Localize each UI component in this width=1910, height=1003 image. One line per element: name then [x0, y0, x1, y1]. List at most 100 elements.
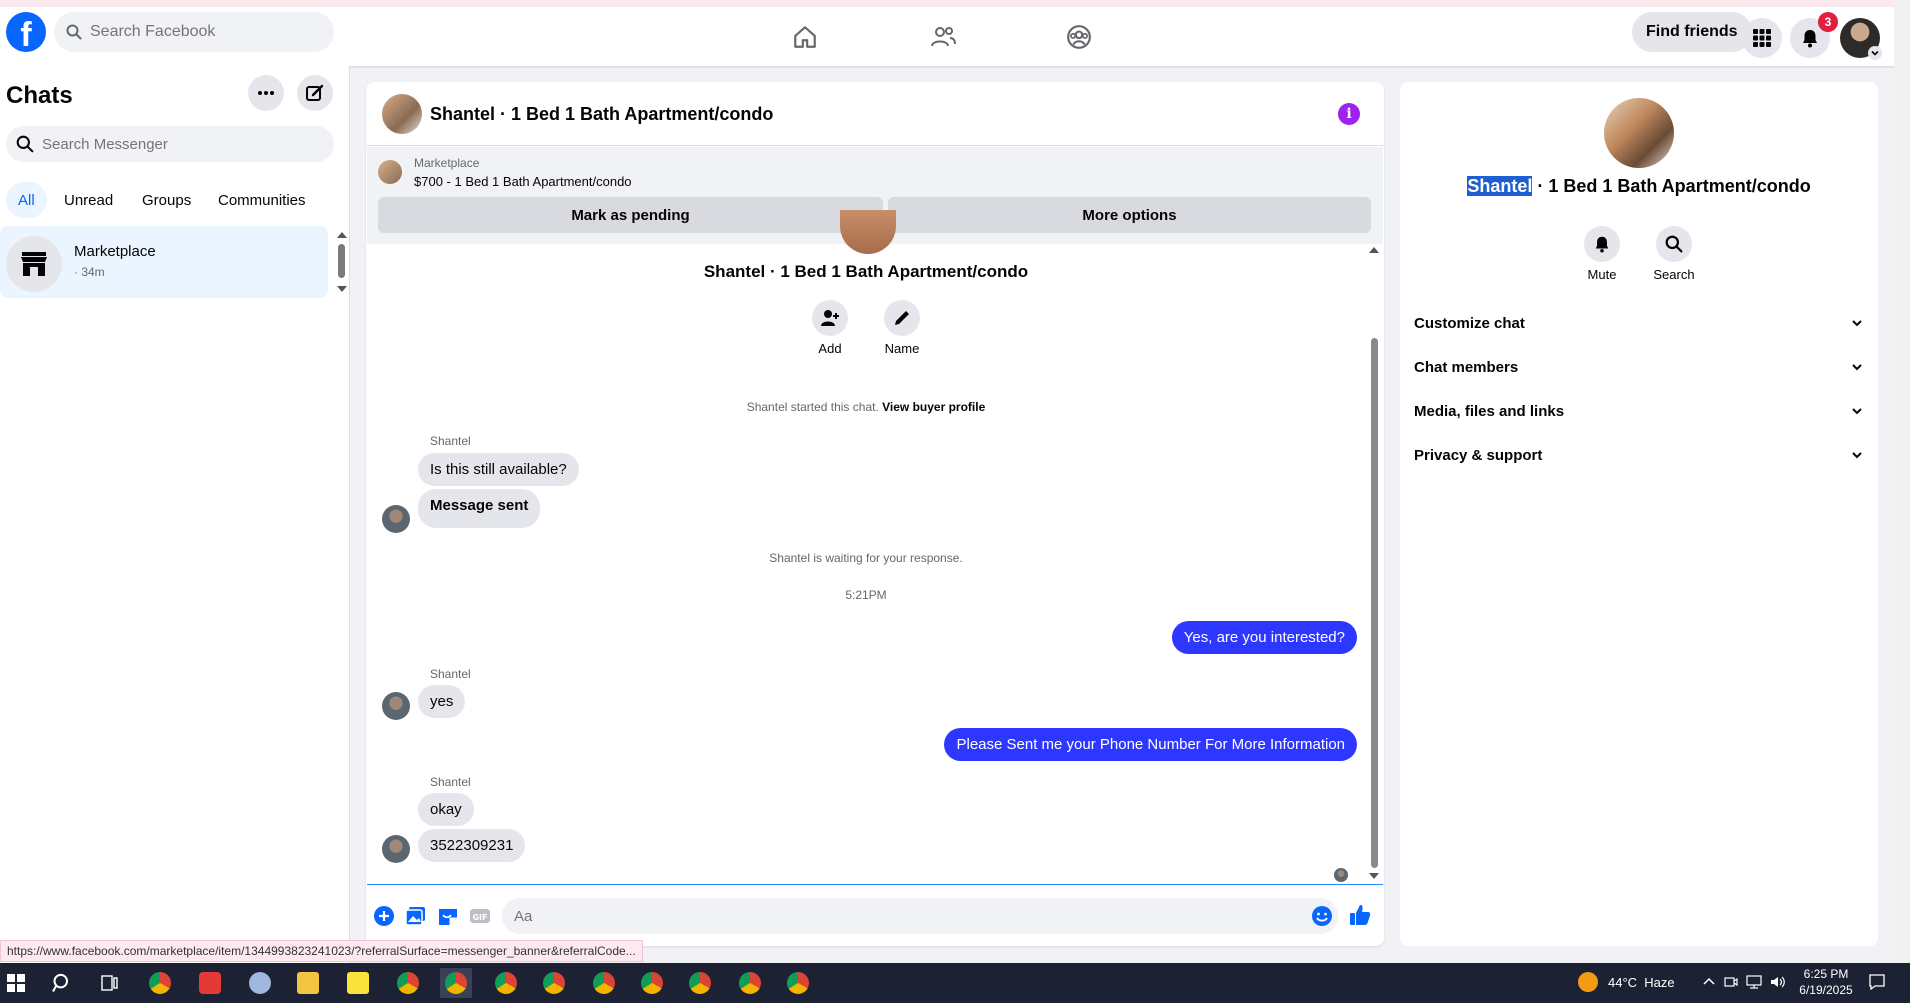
attach-photo-button[interactable]: [404, 904, 428, 928]
sender-avatar[interactable]: [382, 505, 410, 533]
taskbar-app-3[interactable]: [244, 968, 276, 998]
filter-tab-communities[interactable]: Communities: [206, 182, 318, 218]
chat-list-scrollbar-thumb[interactable]: [338, 244, 345, 278]
add-people-button[interactable]: [812, 300, 848, 336]
taskbar-search-button[interactable]: [46, 968, 78, 998]
marketplace-avatar: [6, 236, 62, 292]
emoji-button[interactable]: [1310, 904, 1334, 928]
chat-list-scroll-down[interactable]: [337, 286, 347, 292]
listing-thumbnail[interactable]: [382, 94, 422, 134]
sticker-button[interactable]: [436, 904, 460, 928]
new-message-button[interactable]: [297, 75, 333, 111]
facebook-search-box[interactable]: [54, 12, 334, 52]
taskbar-chrome-6[interactable]: [684, 968, 716, 998]
start-button[interactable]: [0, 968, 32, 998]
incoming-message[interactable]: Message sent: [418, 489, 541, 528]
task-view-button[interactable]: [94, 968, 126, 998]
gif-button[interactable]: GIF: [468, 904, 492, 928]
taskbar-chrome-7[interactable]: [734, 968, 766, 998]
taskbar-app-2[interactable]: [194, 968, 226, 998]
view-buyer-profile-link[interactable]: View buyer profile: [882, 400, 985, 414]
taskbar-chrome-active[interactable]: [440, 968, 472, 998]
show-hidden-icons-button[interactable]: [1702, 975, 1716, 989]
temperature: 44°C: [1608, 975, 1638, 990]
account-menu-chevron[interactable]: [1868, 46, 1882, 60]
section-chat-members[interactable]: Chat members: [1414, 347, 1864, 387]
incoming-message[interactable]: Is this still available?: [418, 453, 579, 486]
chat-list-scroll-up[interactable]: [337, 232, 347, 238]
details-listing-avatar[interactable]: [1604, 98, 1674, 168]
notification-center-button[interactable]: [1868, 973, 1886, 991]
listing-price-title[interactable]: $700 - 1 Bed 1 Bath Apartment/condo: [414, 174, 632, 189]
system-clock[interactable]: 6:25 PM 6/19/2025: [1790, 966, 1862, 998]
filter-tab-groups[interactable]: Groups: [130, 182, 203, 218]
app-icon: [199, 972, 221, 994]
outgoing-message[interactable]: Yes, are you interested?: [1171, 621, 1357, 654]
section-customize-chat[interactable]: Customize chat: [1414, 303, 1864, 343]
like-button[interactable]: [1348, 903, 1372, 927]
chrome-icon: [787, 972, 809, 994]
incoming-message[interactable]: yes: [418, 685, 466, 718]
section-privacy-support[interactable]: Privacy & support: [1414, 435, 1864, 475]
emoji-icon: [1312, 906, 1332, 926]
chevron-down-icon: [1852, 364, 1862, 371]
taskbar-file-explorer[interactable]: [292, 968, 324, 998]
network-button[interactable]: [1746, 975, 1762, 989]
page-scrollbar[interactable]: [1894, 0, 1910, 963]
message-input[interactable]: [514, 907, 1294, 925]
messenger-search-box[interactable]: [6, 126, 334, 162]
chevron-down-icon: [1871, 50, 1879, 56]
mute-button[interactable]: [1584, 226, 1620, 262]
section-media-files-links[interactable]: Media, files and links: [1414, 391, 1864, 431]
facebook-search-input[interactable]: [90, 23, 310, 41]
taskbar-chrome-5[interactable]: [636, 968, 668, 998]
marketplace-label: Marketplace: [414, 156, 480, 170]
notification-count-badge: 3: [1818, 12, 1838, 32]
sender-avatar[interactable]: [382, 692, 410, 720]
groups-nav-button[interactable]: [1054, 12, 1104, 62]
triangle-down-icon: [1369, 873, 1379, 879]
taskbar-chrome-3[interactable]: [538, 968, 570, 998]
taskbar-chrome-8[interactable]: [782, 968, 814, 998]
volume-button[interactable]: [1770, 975, 1786, 989]
sticky-notes-icon: [347, 972, 369, 994]
friends-nav-button[interactable]: [918, 12, 968, 62]
waiting-notice: Shantel is waiting for your response.: [769, 551, 963, 565]
chats-options-button[interactable]: [248, 75, 284, 111]
taskbar-sticky-notes[interactable]: [342, 968, 374, 998]
tray-device-icon[interactable]: [1724, 975, 1738, 989]
taskbar-chrome-profile-h[interactable]: [144, 968, 176, 998]
chrome-icon: [593, 972, 615, 994]
conversation-scroll-up[interactable]: [1369, 247, 1379, 253]
conversation-header-title[interactable]: Shantel · 1 Bed 1 Bath Apartment/condo: [430, 104, 773, 125]
message-composer[interactable]: [502, 898, 1338, 934]
incoming-message[interactable]: 3522309231: [418, 829, 526, 862]
menu-button[interactable]: [1742, 18, 1782, 58]
search-conversation-button[interactable]: [1656, 226, 1692, 262]
sender-avatar[interactable]: [382, 835, 410, 863]
seen-indicator-avatar: [1334, 868, 1348, 882]
find-friends-button[interactable]: Find friends: [1632, 12, 1752, 52]
mark-as-pending-button[interactable]: Mark as pending: [378, 197, 883, 233]
filter-tab-unread[interactable]: Unread: [52, 182, 125, 218]
incoming-message[interactable]: okay: [418, 793, 474, 826]
pencil-icon: [895, 311, 909, 325]
chat-timestamp: · 34m: [74, 265, 105, 279]
name-chat-button[interactable]: [884, 300, 920, 336]
taskbar-chrome-2[interactable]: [490, 968, 522, 998]
marketplace-listing-thumbnail[interactable]: [378, 160, 402, 184]
weather-widget[interactable]: 44°C Haze: [1608, 975, 1675, 990]
chrome-icon: [495, 972, 517, 994]
facebook-logo[interactable]: f: [6, 12, 46, 52]
conversation-info-button[interactable]: i: [1338, 103, 1360, 125]
home-nav-button[interactable]: [780, 12, 830, 62]
taskbar-chrome-4[interactable]: [588, 968, 620, 998]
conversation-scrollbar-thumb[interactable]: [1371, 338, 1378, 868]
more-options-button[interactable]: More options: [888, 197, 1371, 233]
conversation-scroll-down[interactable]: [1369, 873, 1379, 879]
messenger-search-input[interactable]: [42, 135, 241, 153]
more-actions-button[interactable]: [372, 904, 396, 928]
filter-tab-all[interactable]: All: [6, 182, 47, 218]
taskbar-chrome-1[interactable]: [392, 968, 424, 998]
outgoing-message[interactable]: Please Sent me your Phone Number For Mor…: [944, 728, 1357, 761]
